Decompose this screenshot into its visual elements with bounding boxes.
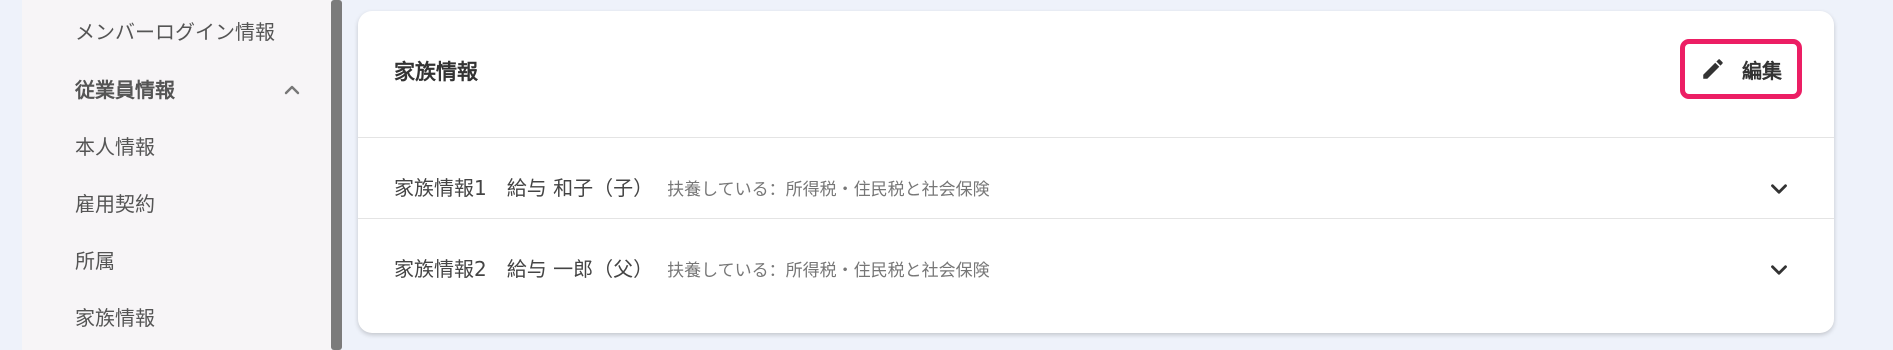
sidebar-scrollbar[interactable]	[331, 0, 342, 350]
sidebar-item-employment-contract[interactable]: 雇用契約	[75, 190, 155, 218]
sidebar-item-affiliation[interactable]: 所属	[75, 247, 115, 275]
chevron-down-icon[interactable]	[1766, 257, 1792, 283]
divider	[358, 218, 1834, 219]
sidebar: メンバーログイン情報 従業員情報 本人情報 雇用契約 所属 家族情報	[22, 0, 332, 350]
sidebar-section-employee-info[interactable]: 従業員情報	[75, 76, 175, 104]
row-dependent-status: 扶養している：所得税・住民税と社会保険	[667, 261, 990, 281]
edit-button[interactable]: 編集	[1680, 39, 1802, 99]
row-name: 給与 和子（子）	[506, 176, 654, 200]
divider	[358, 137, 1834, 138]
edit-button-label: 編集	[1742, 58, 1782, 83]
sidebar-item-member-login[interactable]: メンバーログイン情報	[75, 18, 275, 46]
family-info-card: 家族情報 編集 家族情報1 給与 和子（子） 扶養している：所得税・住民税と社会保険…	[358, 11, 1834, 333]
family-row-1[interactable]: 家族情報1 給与 和子（子） 扶養している：所得税・住民税と社会保険	[358, 148, 1834, 228]
family-row-2[interactable]: 家族情報2 給与 一郎（父） 扶養している：所得税・住民税と社会保険	[358, 229, 1834, 309]
row-dependent-status: 扶養している：所得税・住民税と社会保険	[667, 180, 990, 200]
sidebar-item-family-info[interactable]: 家族情報	[75, 304, 155, 332]
chevron-up-icon[interactable]	[280, 78, 304, 102]
pencil-icon	[1703, 59, 1723, 79]
sidebar-item-personal-info[interactable]: 本人情報	[75, 133, 155, 161]
card-title: 家族情報	[394, 60, 478, 84]
chevron-down-icon[interactable]	[1766, 176, 1792, 202]
row-heading: 家族情報2	[394, 257, 487, 281]
row-heading: 家族情報1	[394, 176, 487, 200]
row-name: 給与 一郎（父）	[506, 257, 654, 281]
